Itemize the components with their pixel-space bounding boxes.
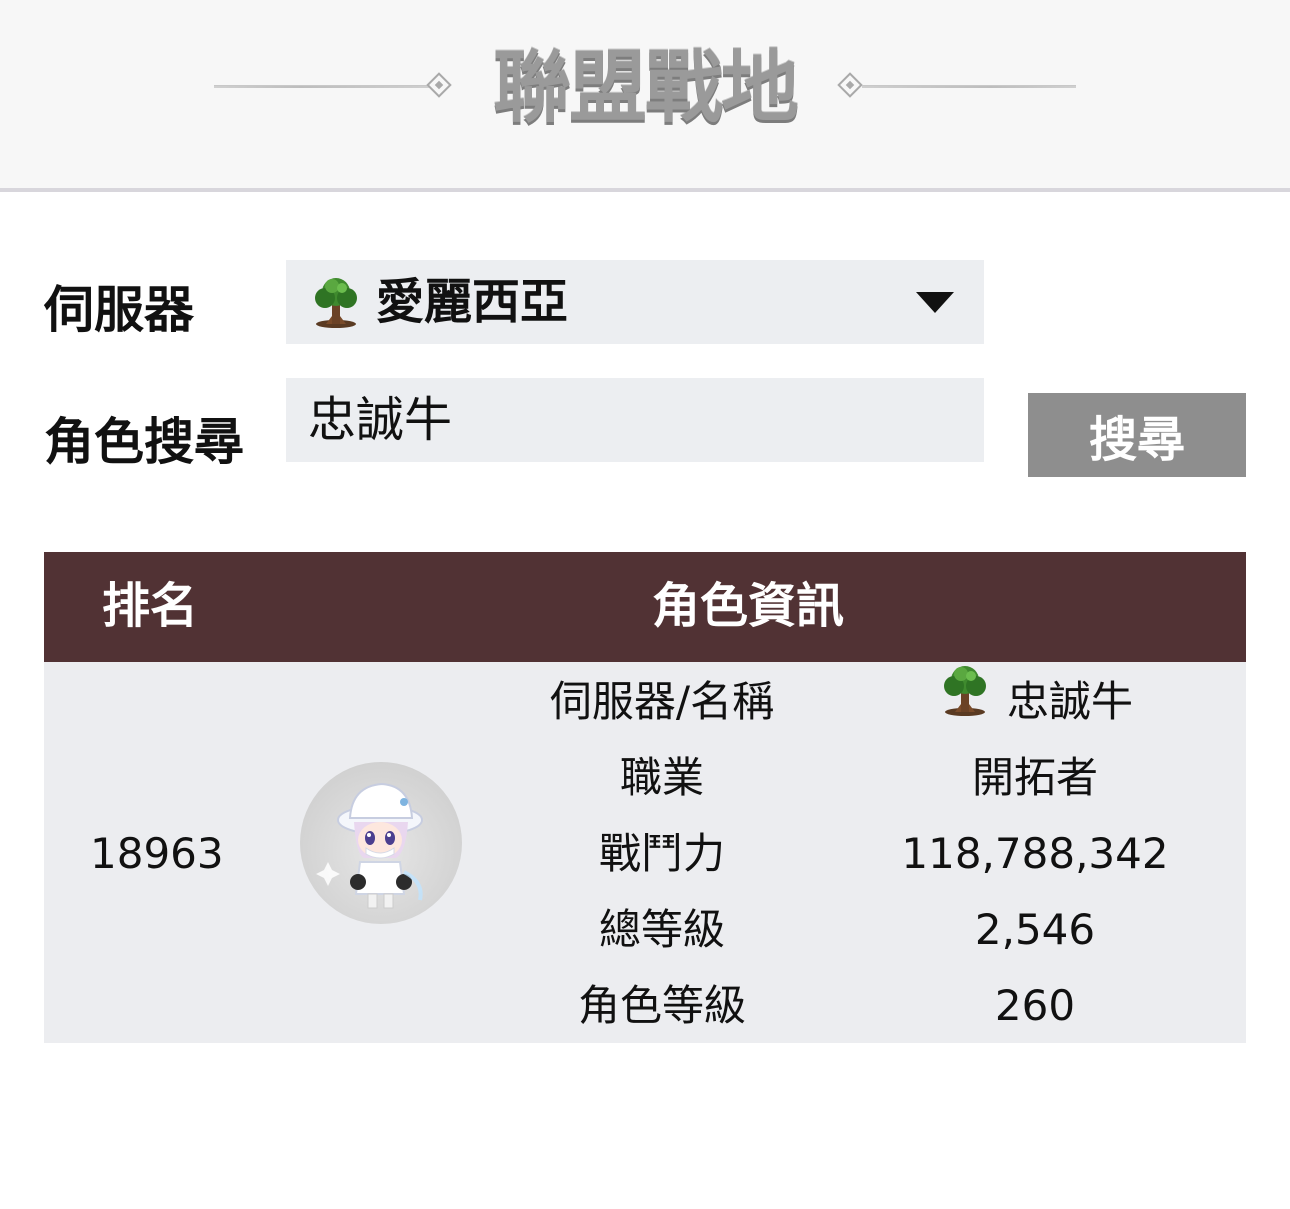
- server-select[interactable]: 愛麗西亞: [286, 260, 984, 344]
- info-row-character-level: 角色等級 260: [44, 968, 1246, 1044]
- info-key: 總等級: [598, 905, 725, 954]
- info-key: 職業: [619, 753, 704, 802]
- tree-icon: [937, 662, 993, 742]
- diamond-ornament-icon: [837, 72, 863, 98]
- info-row-server-name: 伺服器/名稱 忠誠牛: [44, 664, 1246, 740]
- info-row-total-level: 總等級 2,546: [44, 892, 1246, 968]
- info-key: 角色等級: [577, 981, 746, 1030]
- info-value: 開拓者: [971, 753, 1098, 802]
- header-divider-right: [862, 85, 1076, 88]
- server-label: 伺服器: [44, 281, 194, 339]
- table-row: 18963 伺服器/名稱 忠誠牛 職業 開拓者 戰鬥力 118,788,342 …: [44, 662, 1246, 1043]
- dropdown-arrow-icon[interactable]: [916, 292, 954, 313]
- tree-icon: [308, 274, 364, 334]
- info-value: 忠誠牛: [844, 664, 1226, 742]
- info-value: 118,788,342: [901, 829, 1169, 878]
- diamond-ornament-icon: [426, 72, 452, 98]
- info-key: 伺服器/名稱: [549, 677, 775, 726]
- search-button[interactable]: 搜尋: [1028, 393, 1246, 477]
- character-search-input[interactable]: [286, 378, 984, 462]
- ranking-table-header: 排名 角色資訊: [44, 552, 1246, 662]
- character-info-column-header: 角色資訊: [652, 578, 845, 634]
- rank-column-header: 排名: [102, 578, 199, 634]
- info-value: 2,546: [974, 905, 1096, 954]
- character-name: 忠誠牛: [1006, 677, 1133, 726]
- info-key: 戰鬥力: [598, 829, 725, 878]
- info-value: 260: [994, 981, 1076, 1030]
- page-title: 聯盟戰地: [492, 43, 799, 133]
- header-divider-left: [214, 85, 430, 88]
- server-select-value: 愛麗西亞: [376, 274, 569, 330]
- character-search-label: 角色搜尋: [44, 413, 244, 471]
- info-row-combat-power: 戰鬥力 118,788,342: [44, 816, 1246, 892]
- page-header: 聯盟戰地: [0, 0, 1290, 192]
- info-row-job: 職業 開拓者: [44, 740, 1246, 816]
